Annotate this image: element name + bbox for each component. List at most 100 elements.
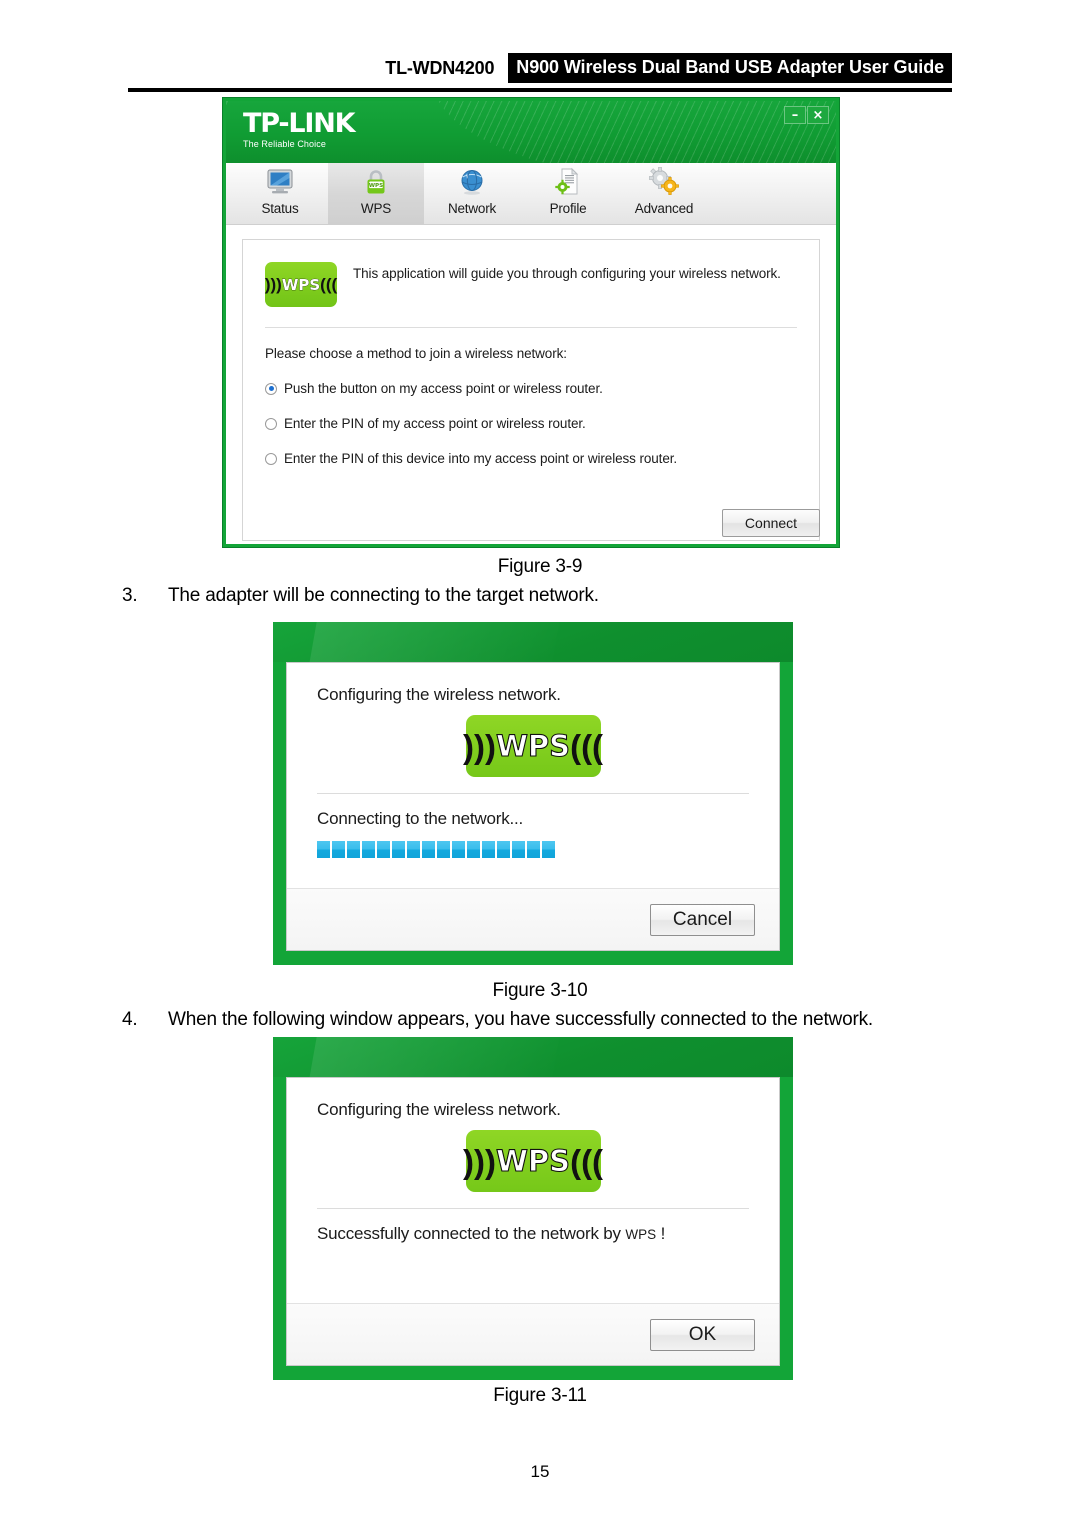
- progress-block: [407, 841, 420, 858]
- close-icon[interactable]: ×: [807, 106, 829, 124]
- wps-option-push-button[interactable]: Push the button on my access point or wi…: [265, 381, 797, 396]
- header-row: TL-WDN4200 N900 Wireless Dual Band USB A…: [128, 50, 952, 86]
- wps-badge-arc-right: (((: [570, 1142, 604, 1180]
- progress-block: [377, 841, 390, 858]
- success-dialog-titlebar: [273, 1037, 793, 1077]
- wps-badge-arc-right: (((: [320, 275, 338, 294]
- minimize-icon[interactable]: –: [784, 106, 806, 124]
- tab-network-label: Network: [447, 201, 497, 216]
- connecting-dialog-footer: Cancel: [287, 888, 779, 950]
- connect-button[interactable]: Connect: [722, 509, 820, 537]
- wps-choose-method-text: Please choose a method to join a wireles…: [265, 346, 567, 361]
- wps-option-enter-device-pin[interactable]: Enter the PIN of this device into my acc…: [265, 451, 797, 466]
- success-dialog-divider: [317, 1208, 749, 1209]
- progress-block: [512, 841, 525, 858]
- progress-block: [332, 841, 345, 858]
- success-status-text: Successfully connected to the network by…: [317, 1224, 749, 1244]
- tab-profile[interactable]: Profile: [520, 163, 616, 224]
- tp-link-utility-window: TP-LINK The Reliable Choice – × Status W…: [222, 97, 840, 548]
- success-status-wps: WPS: [625, 1227, 657, 1242]
- window-controls[interactable]: – ×: [784, 106, 829, 124]
- tab-network[interactable]: Network: [424, 163, 520, 224]
- connecting-badge-wrap: ))) WPS (((: [317, 715, 749, 777]
- connecting-status-text: Connecting to the network...: [317, 809, 524, 828]
- radio-enter-device-pin-label: Enter the PIN of this device into my acc…: [284, 451, 678, 466]
- wps-badge-icon: ))) WPS (((: [462, 715, 604, 777]
- tab-advanced-label: Advanced: [634, 201, 694, 216]
- ok-button[interactable]: OK: [650, 1318, 755, 1351]
- step-3-number: 3.: [122, 585, 138, 606]
- utility-titlebar: TP-LINK The Reliable Choice – ×: [226, 101, 836, 163]
- success-badge-wrap: ))) WPS (((: [317, 1130, 749, 1192]
- gears-icon: [648, 167, 680, 197]
- tab-profile-label: Profile: [549, 201, 587, 216]
- tab-wps[interactable]: WPS WPS: [328, 163, 424, 224]
- wps-badge-arc-right: (((: [570, 727, 604, 765]
- cancel-button[interactable]: Cancel: [650, 903, 755, 936]
- radio-push-button[interactable]: [265, 382, 277, 395]
- wps-option-enter-ap-pin[interactable]: Enter the PIN of my access point or wire…: [265, 416, 797, 431]
- wps-panel: ))) WPS ((( This application will guide …: [242, 239, 820, 541]
- success-dialog-footer: OK: [287, 1303, 779, 1365]
- tab-advanced[interactable]: Advanced: [616, 163, 712, 224]
- utility-content-body: ))) WPS ((( This application will guide …: [226, 225, 836, 544]
- header-model: TL-WDN4200: [385, 57, 495, 78]
- progress-block: [392, 841, 405, 858]
- progress-block: [482, 841, 495, 858]
- page-header: TL-WDN4200 N900 Wireless Dual Band USB A…: [0, 50, 1080, 96]
- wps-badge-label: WPS: [495, 1143, 571, 1178]
- connecting-dialog-body: Configuring the wireless network. ))) WP…: [286, 662, 780, 951]
- tp-link-tagline: The Reliable Choice: [243, 139, 326, 149]
- progress-block: [497, 841, 510, 858]
- step-3: 3. The adapter will be connecting to the …: [122, 585, 599, 607]
- wps-badge-icon: ))) WPS (((: [462, 1130, 604, 1192]
- figure-caption-3-9: Figure 3-9: [497, 556, 583, 577]
- globe-icon: [458, 167, 486, 197]
- success-dialog-main: Configuring the wireless network. ))) WP…: [287, 1078, 779, 1303]
- tab-status-label: Status: [261, 201, 299, 216]
- progress-block: [317, 841, 330, 858]
- radio-enter-device-pin[interactable]: [265, 452, 277, 465]
- document-gear-icon: [554, 167, 582, 197]
- wps-success-dialog: Configuring the wireless network. ))) WP…: [273, 1037, 793, 1380]
- panel-divider: [265, 327, 797, 328]
- success-status-tail: !: [656, 1224, 666, 1243]
- utility-footer: Connect: [722, 509, 820, 537]
- step-3-text: The adapter will be connecting to the ta…: [168, 585, 599, 606]
- titlebar-swoosh-decoration: [432, 101, 836, 163]
- success-dialog-body: Configuring the wireless network. ))) WP…: [286, 1077, 780, 1366]
- wps-intro-text: This application will guide you through …: [353, 266, 781, 281]
- page-number: 15: [530, 1462, 550, 1481]
- utility-tabbar: Status WPS WPS Network Profile Advanced: [226, 163, 836, 225]
- radio-enter-ap-pin-label: Enter the PIN of my access point or wire…: [284, 416, 586, 431]
- success-status-main: Successfully connected to the network by: [317, 1224, 626, 1243]
- progress-block: [362, 841, 375, 858]
- header-rule: [128, 88, 952, 92]
- radio-enter-ap-pin[interactable]: [265, 417, 277, 430]
- progress-bar: [317, 841, 749, 858]
- svg-text:WPS: WPS: [369, 183, 383, 189]
- figure-caption-3-10: Figure 3-10: [492, 980, 588, 1001]
- tp-link-logo-mark: TP-LINK: [243, 108, 356, 139]
- tab-status[interactable]: Status: [232, 163, 328, 224]
- wps-badge-label: WPS: [281, 275, 321, 294]
- tab-wps-label: WPS: [360, 201, 392, 216]
- progress-block: [542, 841, 555, 858]
- wps-connecting-dialog: Configuring the wireless network. ))) WP…: [273, 622, 793, 965]
- connecting-dialog-titlebar: [273, 622, 793, 662]
- success-dialog-title: Configuring the wireless network.: [317, 1100, 561, 1119]
- utility-window-inner: TP-LINK The Reliable Choice – × Status W…: [226, 101, 836, 544]
- progress-block: [347, 841, 360, 858]
- monitor-icon: [265, 167, 295, 197]
- wps-lock-icon: WPS: [362, 167, 390, 197]
- progress-block: [452, 841, 465, 858]
- wps-badge-arc-left: ))): [462, 1142, 496, 1180]
- wps-badge-label: WPS: [495, 728, 571, 763]
- wps-hero: ))) WPS ((( This application will guide …: [265, 262, 797, 307]
- tp-link-logo: TP-LINK The Reliable Choice: [243, 108, 356, 150]
- connecting-dialog-title: Configuring the wireless network.: [317, 685, 561, 704]
- connecting-dialog-main: Configuring the wireless network. ))) WP…: [287, 663, 779, 888]
- step-4: 4. When the following window appears, you…: [122, 1009, 873, 1031]
- step-4-number: 4.: [122, 1009, 138, 1030]
- wps-badge-arc-left: ))): [462, 727, 496, 765]
